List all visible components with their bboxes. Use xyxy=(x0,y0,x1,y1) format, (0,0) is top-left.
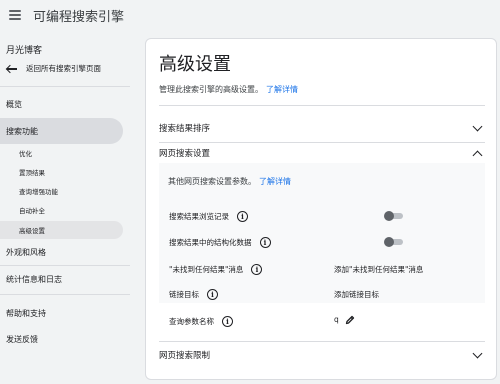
section-web-search-restrictions[interactable]: 网页搜索限制 xyxy=(159,345,485,365)
sidebar: 月光博客 返回所有搜索引擎页面 概览 搜索功能 优化 置顶结果 查询增强功能 自… xyxy=(0,30,130,384)
sidebar-item-help[interactable]: 帮助和支持 xyxy=(0,300,46,326)
sidebar-item-look-and-feel[interactable]: 外观和风格 xyxy=(0,239,46,265)
site-name: 月光博客 xyxy=(6,46,43,56)
app-title: 可编程搜索引擎 xyxy=(33,9,125,25)
section-label: 网页搜索设置 xyxy=(159,149,211,159)
web-search-description: 其他网页搜索设置参数。 了解详情 xyxy=(168,176,291,187)
chevron-down-icon xyxy=(472,348,483,358)
structured-data-toggle[interactable] xyxy=(384,237,404,247)
sidebar-item-search-features[interactable]: 搜索功能 xyxy=(0,118,123,144)
setting-structured-data: 搜索结果中的结构化数据 i xyxy=(169,235,271,249)
page-title: 高级设置 xyxy=(159,54,231,75)
divider xyxy=(159,105,485,106)
toggle-knob xyxy=(384,211,394,221)
query-param-value: q xyxy=(334,315,339,324)
page-description: 管理此搜索引擎的高级设置。 了解详情 xyxy=(159,84,298,95)
setting-no-results-message: "未找到任何结果"消息 i xyxy=(169,262,263,276)
setting-label: 搜索结果浏览记录 xyxy=(169,211,229,221)
divider xyxy=(159,341,485,342)
sidebar-divider xyxy=(0,86,130,87)
info-icon[interactable]: i xyxy=(259,236,271,248)
setting-label: 链接目标 xyxy=(169,289,199,299)
description-text: 其他网页搜索设置参数。 xyxy=(168,177,256,186)
chevron-up-icon xyxy=(472,150,483,160)
back-label: 返回所有搜索引擎页面 xyxy=(26,64,101,73)
sidebar-subitem-refinements[interactable]: 优化 xyxy=(0,144,32,162)
arrow-back-icon xyxy=(6,64,18,74)
learn-more-link[interactable]: 了解详情 xyxy=(259,177,291,186)
browse-history-toggle[interactable] xyxy=(384,211,404,221)
top-app-bar: 可编程搜索引擎 xyxy=(0,0,500,30)
sidebar-subitem-promotions[interactable]: 置顶结果 xyxy=(0,163,45,181)
sidebar-item-feedback[interactable]: 发送反馈 xyxy=(0,326,38,352)
add-no-results-message-link[interactable]: 添加"未找到任何结果"消息 xyxy=(334,264,423,275)
info-icon[interactable]: i xyxy=(251,263,263,275)
sidebar-item-stats-logs[interactable]: 统计信息和日志 xyxy=(0,266,62,292)
setting-label: "未找到任何结果"消息 xyxy=(169,264,244,274)
sidebar-divider xyxy=(0,294,130,295)
sidebar-subitem-query-enhancements[interactable]: 查询增强功能 xyxy=(0,182,58,200)
toggle-knob xyxy=(384,237,394,247)
setting-query-param: 查询参数名称 i xyxy=(169,314,233,328)
setting-label: 查询参数名称 xyxy=(169,316,214,326)
add-link-target-link[interactable]: 添加链接目标 xyxy=(334,289,379,300)
advanced-settings-card: 高级设置 管理此搜索引擎的高级设置。 了解详情 搜索结果排序 网页搜索设置 其他网… xyxy=(145,38,497,380)
setting-link-target: 链接目标 i xyxy=(169,287,218,301)
description-text: 管理此搜索引擎的高级设置。 xyxy=(159,85,263,94)
info-icon[interactable]: i xyxy=(207,288,218,300)
setting-label: 搜索结果中的结构化数据 xyxy=(169,237,252,247)
learn-more-link[interactable]: 了解详情 xyxy=(266,85,298,94)
sidebar-item-overview[interactable]: 概览 xyxy=(0,91,22,117)
edit-icon[interactable] xyxy=(345,315,355,325)
section-sort-results[interactable]: 搜索结果排序 xyxy=(159,118,485,138)
info-icon[interactable]: i xyxy=(222,315,233,327)
section-label: 网页搜索限制 xyxy=(159,351,211,361)
section-label: 搜索结果排序 xyxy=(159,124,211,134)
back-to-all-engines-link[interactable]: 返回所有搜索引擎页面 xyxy=(6,63,101,74)
sidebar-subitem-autocomplete[interactable]: 自动补全 xyxy=(0,201,45,219)
menu-icon[interactable] xyxy=(9,10,21,20)
section-web-search-settings[interactable]: 网页搜索设置 xyxy=(159,143,485,163)
setting-browse-history: 搜索结果浏览记录 i xyxy=(169,209,248,223)
chevron-down-icon xyxy=(472,121,483,131)
info-icon[interactable]: i xyxy=(237,210,248,222)
sidebar-subitem-advanced[interactable]: 高级设置 xyxy=(0,221,123,239)
